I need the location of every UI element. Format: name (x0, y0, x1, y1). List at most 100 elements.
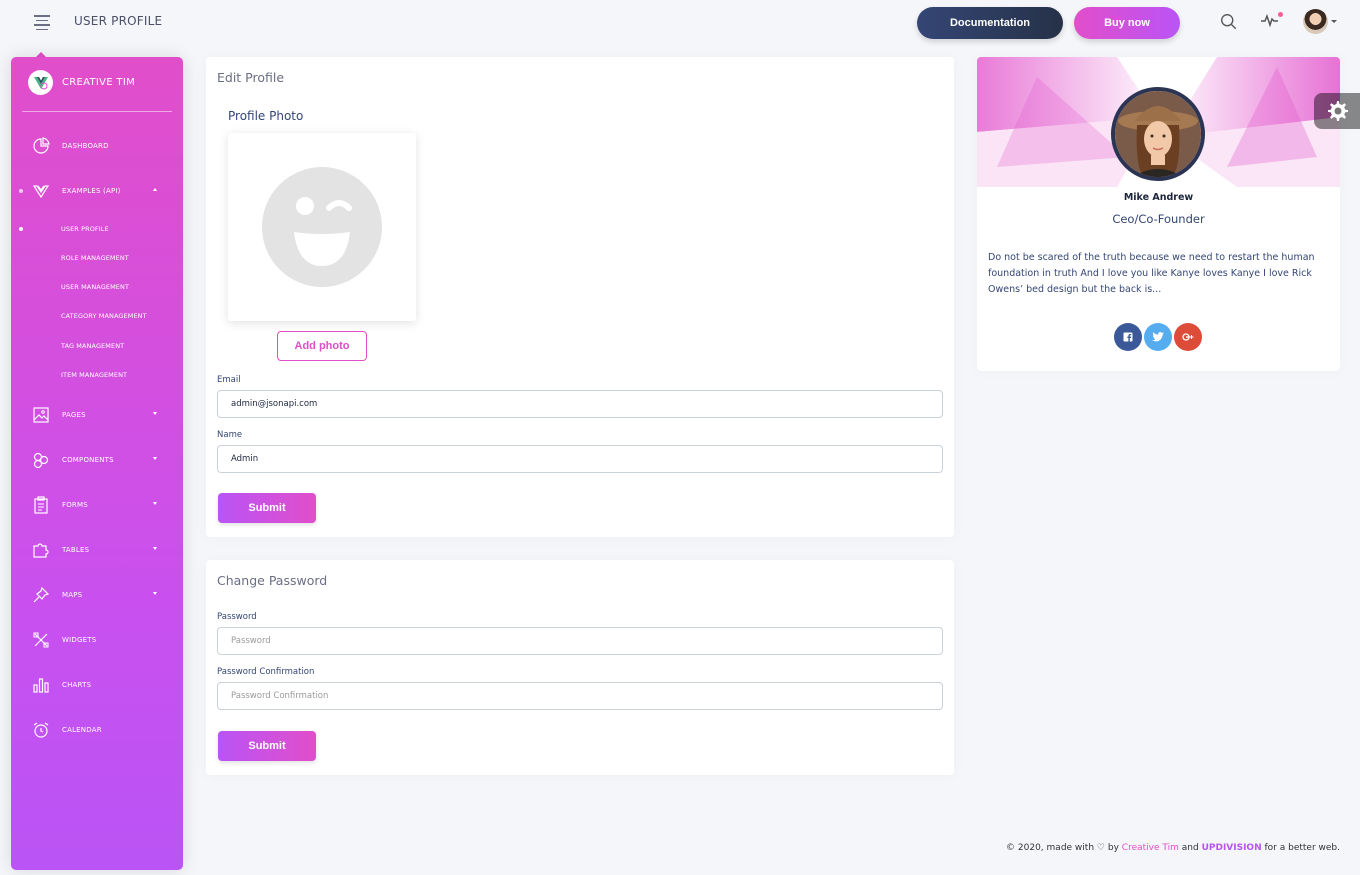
change-password-card: Change Password Password Password Confir… (206, 560, 954, 775)
sidebar-item-label: MAPS (62, 591, 83, 599)
activity-icon[interactable] (1260, 12, 1280, 28)
sidebar-subitem-label: ITEM MANAGEMENT (61, 371, 128, 379)
sidebar-item-dashboard[interactable]: DASHBOARD (11, 132, 183, 160)
chevron-down-icon[interactable] (1331, 20, 1337, 23)
profile-submit-button[interactable]: Submit (218, 493, 316, 523)
settings-toggle[interactable] (1314, 93, 1360, 129)
active-dot (19, 189, 23, 193)
sidebar-subitem-tag-management[interactable]: TAG MANAGEMENT (11, 337, 183, 355)
sidebar-item-label: CALENDAR (62, 726, 102, 734)
sidebar-item-examples[interactable]: EXAMPLES (API) (11, 177, 183, 205)
puzzle-icon (33, 543, 49, 558)
sidebar-subitem-role-management[interactable]: ROLE MANAGEMENT (11, 249, 183, 267)
sidebar-subitem-label: USER MANAGEMENT (61, 283, 130, 291)
sidebar-subitem-category-management[interactable]: CATEGORY MANAGEMENT (11, 307, 183, 325)
sidebar-subitem-item-management[interactable]: ITEM MANAGEMENT (11, 366, 183, 384)
chevron-down-icon (153, 457, 157, 460)
tools-icon (33, 632, 49, 648)
brand[interactable]: CREATIVE TIM (28, 70, 135, 95)
sidebar-item-label: TABLES (62, 546, 90, 554)
sidebar-item-label: COMPONENTS (62, 456, 114, 464)
facebook-icon[interactable] (1114, 323, 1142, 351)
password-label: Password (217, 612, 257, 622)
twitter-icon[interactable] (1144, 323, 1172, 351)
profile-avatar (1111, 87, 1205, 181)
sidebar-subitem-user-management[interactable]: USER MANAGEMENT (11, 278, 183, 296)
user-profile-card: Mike Andrew Ceo/Co-Founder Do not be sca… (977, 57, 1340, 371)
footer-and: and (1181, 843, 1199, 853)
sidebar-toggle-icon[interactable] (34, 15, 50, 30)
sidebar-item-label: DASHBOARD (62, 142, 109, 150)
name-label: Name (217, 430, 243, 440)
edit-profile-card: Edit Profile Profile Photo Add photo Ema… (206, 57, 954, 537)
name-field[interactable] (217, 445, 943, 473)
chart-pie-icon (33, 137, 50, 154)
components-icon (33, 452, 49, 469)
google-plus-icon[interactable] (1174, 323, 1202, 351)
email-label: Email (217, 375, 241, 385)
password-field[interactable] (217, 627, 943, 655)
vue-logo-icon (32, 185, 50, 199)
card-title: Edit Profile (217, 70, 285, 85)
sidebar-item-forms[interactable]: FORMS (11, 491, 183, 519)
sidebar-item-charts[interactable]: CHARTS (11, 671, 183, 699)
creative-tim-link[interactable]: Creative Tim (1122, 843, 1179, 853)
wink-face-icon (262, 167, 382, 287)
sidebar-item-calendar[interactable]: CALENDAR (11, 716, 183, 744)
sidebar: CREATIVE TIM DASHBOARD EXAMPLES (API) US… (11, 57, 183, 870)
chevron-down-icon (153, 592, 157, 595)
image-icon (33, 407, 49, 423)
gear-icon (1328, 101, 1348, 121)
card-title: Change Password (217, 573, 328, 588)
vue-logo-icon (33, 76, 48, 89)
notification-dot (1278, 12, 1283, 17)
sidebar-subitem-label: USER PROFILE (61, 225, 109, 233)
pin-icon (33, 586, 50, 603)
profile-photo-label: Profile Photo (228, 109, 304, 123)
footer-by: by (1107, 843, 1119, 853)
profile-name: Mike Andrew (1123, 192, 1194, 203)
chevron-down-icon (153, 547, 157, 550)
sidebar-item-widgets[interactable]: WIDGETS (11, 626, 183, 654)
profile-description: Do not be scared of the truth because we… (988, 252, 1315, 295)
sidebar-item-maps[interactable]: MAPS (11, 581, 183, 609)
page-title: USER PROFILE (74, 14, 163, 28)
password-confirmation-field[interactable] (217, 682, 943, 710)
sidebar-item-pages[interactable]: PAGES (11, 401, 183, 429)
top-navbar: USER PROFILE Documentation Buy now (0, 0, 1360, 46)
add-photo-button[interactable]: Add photo (277, 331, 367, 361)
sidebar-item-tables[interactable]: TABLES (11, 536, 183, 564)
bar-chart-icon (33, 678, 49, 693)
footer-suffix: for a better web. (1264, 843, 1341, 853)
sidebar-subitem-label: CATEGORY MANAGEMENT (61, 312, 147, 320)
active-dot (19, 227, 23, 231)
footer-prefix: © 2020, made with (1006, 843, 1095, 853)
sidebar-item-label: EXAMPLES (API) (62, 187, 121, 195)
alarm-clock-icon (33, 722, 49, 738)
profile-photo-placeholder[interactable] (228, 133, 416, 321)
sidebar-subitem-user-profile[interactable]: USER PROFILE (11, 220, 183, 238)
chevron-up-icon (153, 188, 157, 191)
sidebar-item-label: CHARTS (62, 681, 92, 689)
documentation-button[interactable]: Documentation (917, 7, 1063, 39)
search-icon[interactable] (1220, 13, 1237, 30)
user-avatar[interactable] (1303, 9, 1328, 34)
email-field[interactable] (217, 390, 943, 418)
password-confirmation-label: Password Confirmation (217, 667, 315, 677)
sidebar-subitem-label: TAG MANAGEMENT (61, 342, 125, 350)
sidebar-item-label: PAGES (62, 411, 86, 419)
brand-logo (28, 70, 53, 95)
brand-name: CREATIVE TIM (62, 77, 135, 88)
clipboard-icon (34, 496, 48, 514)
updivision-link[interactable]: UPDIVISION (1202, 843, 1262, 853)
sidebar-item-label: FORMS (62, 501, 88, 509)
sidebar-item-components[interactable]: COMPONENTS (11, 446, 183, 474)
password-submit-button[interactable]: Submit (218, 731, 316, 761)
sidebar-item-label: WIDGETS (62, 636, 97, 644)
footer: © 2020, made with ♡ by Creative Tim and … (1006, 843, 1340, 853)
sidebar-subitem-label: ROLE MANAGEMENT (61, 254, 129, 262)
heart-icon: ♡ (1096, 843, 1105, 853)
profile-role: Ceo/Co-Founder (1112, 212, 1205, 226)
buy-now-button[interactable]: Buy now (1074, 7, 1180, 39)
divider (22, 111, 172, 112)
